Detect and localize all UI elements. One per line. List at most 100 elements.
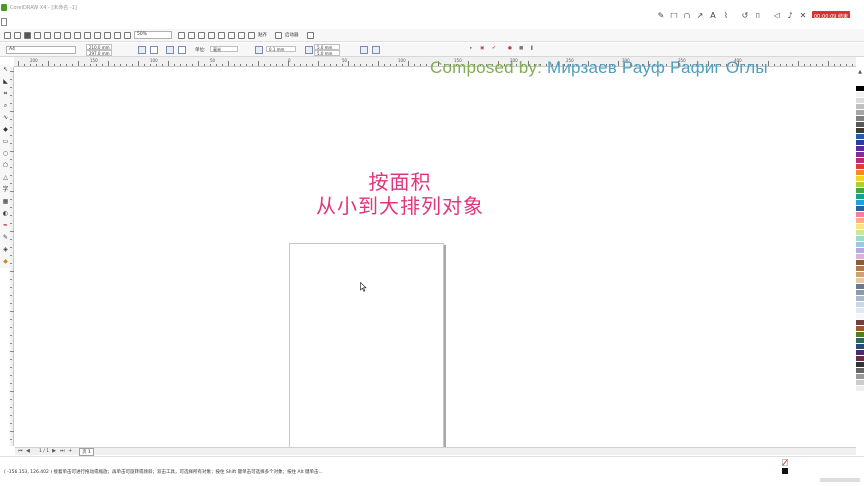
macro-icon[interactable]: ✔ <box>492 46 496 51</box>
ruler-tick <box>846 64 847 66</box>
landscape-icon[interactable] <box>150 46 158 54</box>
nudge-distance-field[interactable]: 0.1 mm <box>266 46 296 52</box>
page-tab[interactable]: 页 1 <box>79 447 94 456</box>
shape-tool-icon[interactable]: ◣ <box>2 78 9 85</box>
ruler-tick <box>426 64 427 66</box>
rectangle-tool-icon[interactable]: ▭ <box>2 138 9 145</box>
document-icon[interactable] <box>1 18 7 26</box>
ruler-tick <box>30 64 31 66</box>
ruler-tick <box>10 327 12 328</box>
snap-icon[interactable] <box>248 31 255 39</box>
snap-label[interactable]: 贴齐 <box>258 32 267 38</box>
ruler-tick <box>10 287 12 288</box>
record-icon[interactable]: ● <box>508 46 512 51</box>
outline-color-indicator-icon[interactable] <box>782 468 788 474</box>
blend-tool-icon[interactable]: ◐ <box>2 210 9 217</box>
palette-scroll-up-icon[interactable]: ▲ <box>856 69 864 79</box>
copy-icon[interactable] <box>54 31 61 39</box>
treat-as-filled-icon[interactable] <box>372 46 380 54</box>
vertical-ruler[interactable] <box>10 67 14 446</box>
page-height-field[interactable]: 297.0 mm <box>86 50 112 56</box>
all-pages-icon[interactable] <box>166 46 174 54</box>
redo-icon[interactable] <box>84 31 91 39</box>
script-icon[interactable]: ▣ <box>480 46 484 51</box>
open-icon[interactable] <box>14 31 21 39</box>
ruler-tick <box>96 64 97 66</box>
stop-icon[interactable]: ■ <box>519 46 523 51</box>
interactive-fill-icon[interactable]: ◆ <box>2 258 9 265</box>
eyedropper-icon[interactable]: ✒ <box>2 222 9 229</box>
table-tool-icon[interactable]: ▦ <box>2 198 9 205</box>
current-page-icon[interactable] <box>178 46 186 54</box>
application-launcher-icon[interactable] <box>114 31 121 39</box>
crop-tool-icon[interactable]: ⌗ <box>2 90 9 97</box>
save-icon[interactable] <box>24 31 31 39</box>
extra-icon[interactable] <box>306 31 314 39</box>
launcher-label[interactable]: 启动器 <box>285 32 299 38</box>
welcome-icon[interactable] <box>124 31 131 39</box>
first-page-icon[interactable]: ⏮ <box>18 449 23 454</box>
zoom-selection-icon[interactable] <box>198 31 205 39</box>
basic-shapes-icon[interactable]: △ <box>2 174 9 181</box>
page-navigator: ⏮ ◀ 1 / 1 ▶ ⏭ + 页 1 <box>15 447 856 456</box>
export-icon[interactable] <box>104 31 111 39</box>
fill-tool-icon[interactable]: ◈ <box>2 246 9 253</box>
ruler-number: 150 <box>90 58 98 63</box>
ruler-tick <box>378 61 379 66</box>
zoom-height-icon[interactable] <box>238 31 245 39</box>
units-select[interactable]: 毫米 <box>210 46 238 52</box>
freehand-tool-icon[interactable]: ∿ <box>2 114 9 121</box>
print-icon[interactable] <box>34 31 41 39</box>
prev-page-icon[interactable]: ◀ <box>26 449 31 454</box>
nudge-icon <box>255 46 263 54</box>
ruler-tick <box>36 64 37 66</box>
polygon-tool-icon[interactable]: ⬠ <box>2 162 9 169</box>
pick-tool-icon[interactable]: ↖ <box>2 66 9 73</box>
cut-icon[interactable] <box>44 31 51 39</box>
zoom-width-icon[interactable] <box>228 31 235 39</box>
ruler-tick <box>810 64 811 66</box>
zoom-out-icon[interactable] <box>188 31 195 39</box>
ruler-tick <box>10 207 12 208</box>
paste-icon[interactable] <box>64 31 71 39</box>
ellipse-tool-icon[interactable]: ○ <box>2 150 9 157</box>
ruler-tick <box>288 61 289 66</box>
new-icon[interactable] <box>4 31 11 39</box>
portrait-icon[interactable] <box>138 46 146 54</box>
ruler-tick <box>10 143 12 144</box>
zoom-page-icon[interactable] <box>218 31 225 39</box>
ruler-tick <box>10 199 12 200</box>
next-page-icon[interactable]: ▶ <box>52 449 57 454</box>
ruler-tick <box>72 64 73 66</box>
zoom-all-icon[interactable] <box>208 31 215 39</box>
ruler-tick <box>138 61 139 66</box>
document-page[interactable] <box>289 243 444 448</box>
ruler-tick <box>10 255 12 256</box>
fill-color-indicator-icon[interactable] <box>782 459 788 466</box>
color-palette[interactable] <box>856 80 864 450</box>
outline-tool-icon[interactable]: ✎ <box>2 234 9 241</box>
zoom-in-icon[interactable] <box>178 31 185 39</box>
page-size-select[interactable]: A4 <box>6 46 76 54</box>
zoom-level-select[interactable]: 50% <box>134 31 172 39</box>
undo-toolbar-icon[interactable] <box>74 31 81 39</box>
text-tool-icon[interactable]: 字 <box>2 186 9 193</box>
ruler-tick <box>324 64 325 66</box>
import-icon[interactable] <box>94 31 101 39</box>
add-page-icon[interactable]: + <box>68 449 73 454</box>
smart-fill-icon[interactable]: ◆ <box>2 126 9 133</box>
ruler-tick <box>10 215 12 216</box>
play-icon[interactable]: ▸ <box>470 46 472 51</box>
ruler-tick <box>192 64 193 66</box>
duplicate-y-field[interactable]: 5.0 mm <box>314 50 340 56</box>
status-hint-text: ( -156.153, 126.402 ) 接着单击可进行拖动或缩放；再单击可旋… <box>4 470 323 475</box>
status-right-panel <box>820 478 860 482</box>
zoom-tool-icon[interactable]: ⌕ <box>2 102 9 109</box>
options-icon[interactable] <box>275 31 282 39</box>
palette-swatch[interactable] <box>856 392 864 398</box>
units-icon[interactable] <box>360 46 368 54</box>
ruler-tick <box>228 61 229 66</box>
ruler-tick <box>10 367 12 368</box>
last-page-icon[interactable]: ⏭ <box>60 449 65 454</box>
pause-icon[interactable]: ❚ <box>530 46 534 51</box>
